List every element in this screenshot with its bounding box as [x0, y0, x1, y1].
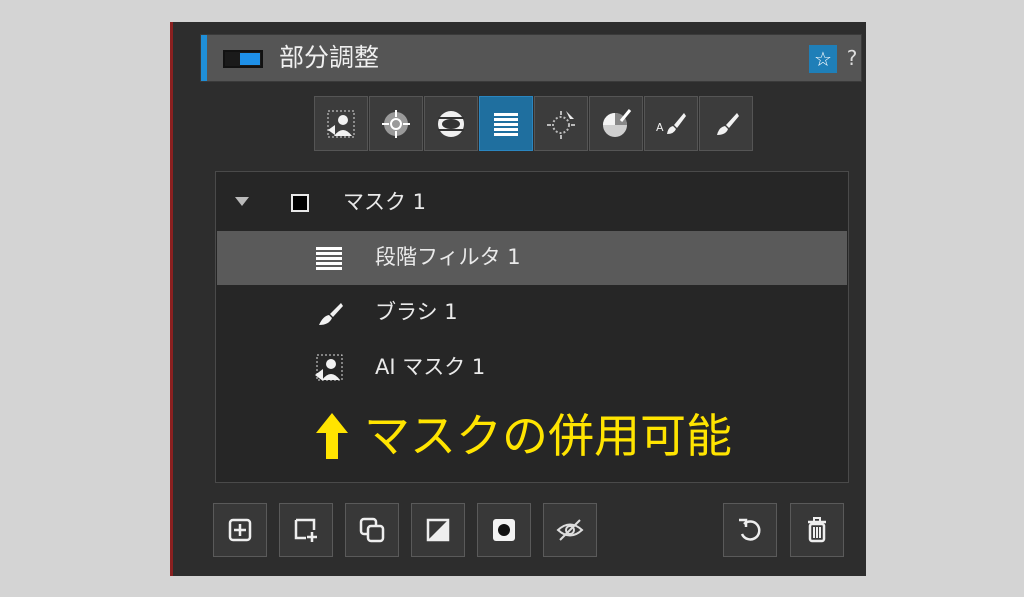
gradient-filter-icon [316, 247, 342, 270]
brush-tool-button[interactable] [699, 96, 753, 151]
delete-button[interactable] [790, 503, 844, 557]
color-range-tool-button[interactable] [589, 96, 643, 151]
radial-filter-tool-button[interactable] [424, 96, 478, 151]
favorite-button[interactable]: ☆ [809, 45, 837, 73]
ai-mask-tool-button[interactable] [314, 96, 368, 151]
show-mask-overlay-icon [493, 519, 515, 541]
selection-control-point-icon [547, 110, 575, 139]
mask-item-gradient-filter[interactable]: 段階フィルタ 1 [217, 231, 847, 285]
invert-mask-button[interactable] [411, 503, 465, 557]
mask-item-label: ブラシ 1 [375, 300, 458, 324]
brush-icon [717, 112, 739, 135]
panel-title: 部分調整 [279, 43, 380, 72]
add-to-mask-button[interactable] [279, 503, 333, 557]
reset-button[interactable] [723, 503, 777, 557]
panel-header: 部分調整 ☆ ? [200, 34, 862, 82]
brush-icon [319, 303, 343, 325]
auto-brush-icon: A [656, 112, 686, 134]
hide-mask-button[interactable] [543, 503, 597, 557]
mask-list: マスク 1 段階フィルタ 1 ブラシ 1 AI マスク 1 マスクの併用可能 [215, 171, 849, 483]
control-point-tool-button[interactable] [369, 96, 423, 151]
gradient-filter-icon [494, 112, 518, 136]
annotation-text: マスクの併用可能 [364, 409, 732, 463]
radial-filter-icon [438, 110, 464, 137]
ai-mask-icon [315, 354, 343, 381]
toggle-knob [240, 53, 260, 65]
mask-item-brush[interactable]: ブラシ 1 [217, 286, 847, 340]
mask-tool-toolbar: A [314, 96, 753, 151]
panel-body: 部分調整 ☆ ? A マスク 1 段階フィルタ 1 ブラシ 1 AI マスク 1… [173, 22, 866, 576]
gradient-filter-tool-button[interactable] [479, 96, 533, 151]
show-mask-overlay-button[interactable] [477, 503, 531, 557]
color-range-icon [603, 108, 632, 137]
help-button[interactable]: ? [843, 43, 861, 73]
expand-arrow-icon[interactable] [235, 197, 249, 206]
partial-adjustment-panel: 部分調整 ☆ ? A マスク 1 段階フィルタ 1 ブラシ 1 AI マスク 1… [170, 22, 866, 576]
mask-group-row[interactable]: マスク 1 [217, 176, 847, 230]
mask-group-label: マスク 1 [343, 190, 427, 214]
control-point-icon [382, 109, 410, 138]
add-to-mask-icon [294, 518, 317, 542]
add-mask-icon [228, 518, 252, 542]
duplicate-mask-button[interactable] [345, 503, 399, 557]
header-accent-bar [201, 35, 207, 81]
duplicate-icon [359, 517, 385, 543]
delete-icon [808, 517, 826, 543]
auto-brush-tool-button[interactable]: A [644, 96, 698, 151]
mask-item-label: 段階フィルタ 1 [375, 245, 521, 269]
panel-enable-toggle[interactable] [223, 50, 263, 68]
ai-mask-icon [327, 110, 355, 137]
arrow-up-icon [316, 413, 348, 459]
mask-item-label: AI マスク 1 [375, 355, 486, 379]
hide-mask-icon [556, 519, 584, 541]
svg-text:A: A [656, 121, 664, 134]
invert-icon [426, 518, 450, 542]
star-icon: ☆ [814, 47, 832, 71]
mask-item-ai-mask[interactable]: AI マスク 1 [217, 341, 847, 395]
annotation: マスクの併用可能 [314, 404, 732, 468]
reset-icon [739, 518, 761, 541]
selection-control-point-tool-button[interactable] [534, 96, 588, 151]
mask-checkbox[interactable] [291, 194, 309, 212]
add-mask-button[interactable] [213, 503, 267, 557]
